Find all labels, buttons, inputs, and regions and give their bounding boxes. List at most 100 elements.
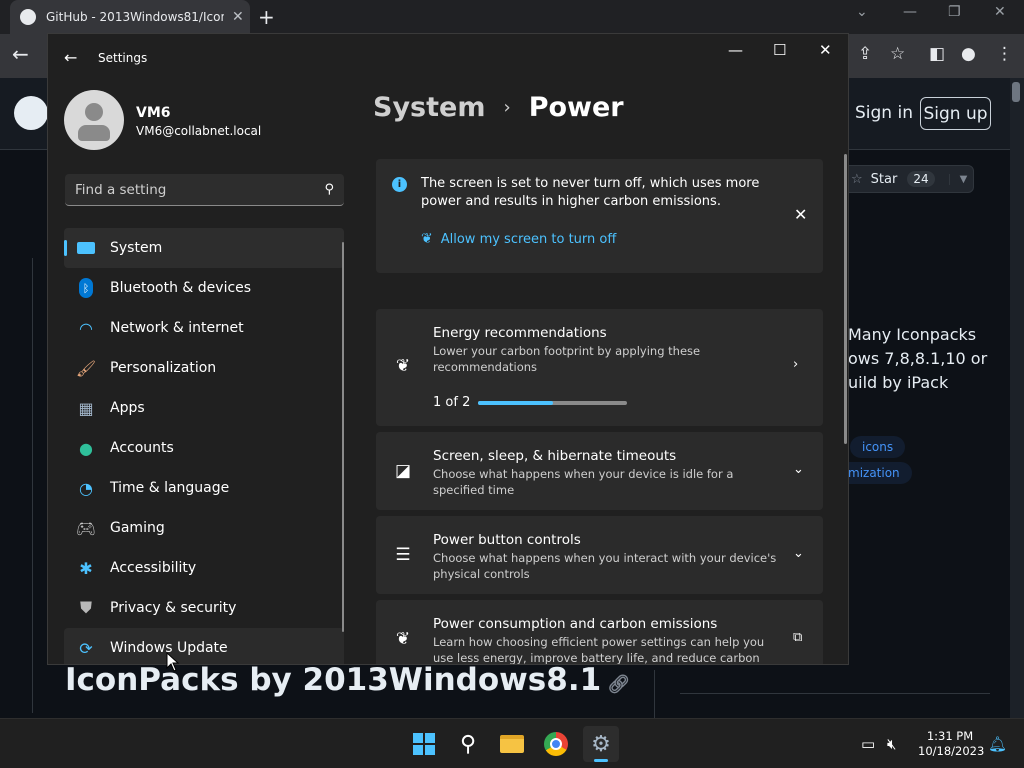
close-icon[interactable]: ✕	[794, 205, 807, 224]
nav-item-accounts[interactable]: ● Accounts	[64, 428, 344, 468]
row-title: Power button controls	[433, 532, 581, 548]
github-favicon-icon	[20, 9, 36, 25]
info-icon: i	[392, 177, 407, 192]
leaf-icon: ❦	[421, 231, 433, 247]
gaming-icon: 🎮︎	[75, 518, 97, 538]
breadcrumb-parent[interactable]: System	[373, 92, 485, 123]
search-icon[interactable]: ⚲	[324, 182, 334, 197]
share-icon[interactable]: ⇪	[858, 44, 872, 64]
about-line: ows 7,8,8.1,10 or	[848, 349, 988, 368]
restore-icon[interactable]: ❐	[948, 4, 961, 20]
maximize-icon[interactable]: ☐	[773, 41, 786, 59]
back-arrow-icon[interactable]: ←	[12, 42, 29, 66]
screen-sleep-icon: ◪	[394, 461, 412, 481]
energy-recommendations-card[interactable]: ❦ Energy recommendations Lower your carb…	[376, 309, 823, 426]
volume-muted-icon[interactable]: 🔇︎	[887, 735, 896, 753]
repo-title-text: IconPacks by 2013Windows8.1	[65, 662, 602, 698]
leaf-icon: ❦	[395, 629, 411, 649]
user-name: VM6	[136, 105, 171, 121]
chevron-right-icon[interactable]: ›	[793, 357, 798, 372]
chevron-down-icon[interactable]: ▼	[948, 173, 967, 185]
link-icon[interactable]: 🔗︎	[607, 674, 630, 695]
minimize-icon[interactable]: —	[728, 41, 743, 59]
accessibility-icon: ✱	[79, 558, 93, 578]
shield-icon: ⛊	[79, 598, 92, 617]
github-logo-icon[interactable]	[14, 96, 48, 130]
chrome-icon[interactable]	[538, 726, 574, 762]
apps-icon: ▦	[78, 398, 94, 418]
chevron-down-icon[interactable]: ⌄	[793, 546, 804, 561]
avatar[interactable]	[64, 90, 124, 150]
minimize-icon[interactable]: —	[903, 4, 917, 20]
profile-icon[interactable]: ●	[961, 44, 976, 64]
user-email: VM6@collabnet.local	[136, 124, 262, 138]
close-window-icon[interactable]: ✕	[994, 4, 1006, 20]
browser-tab[interactable]: GitHub - 2013Windows81/IconPacks ✕	[10, 0, 250, 34]
settings-gear-icon[interactable]: ⚙	[583, 726, 619, 762]
mouse-cursor-icon	[166, 652, 180, 672]
nav-label: Apps	[110, 400, 145, 416]
list-controls-icon: ☰	[395, 545, 411, 565]
close-tab-icon[interactable]: ✕	[232, 9, 244, 25]
sign-up-button[interactable]: Sign up	[920, 97, 991, 130]
nav-label: Personalization	[110, 360, 217, 376]
notification-bell-icon[interactable]: 🔔︎	[988, 735, 1007, 753]
accounts-icon: ●	[79, 438, 93, 458]
power-button-controls-card[interactable]: ☰ Power button controls Choose what happ…	[376, 516, 823, 594]
page-title: Power	[528, 92, 624, 123]
divider	[32, 258, 33, 713]
settings-nav: System ᛒ Bluetooth & devices ◠ Network &…	[64, 228, 344, 664]
new-tab-icon[interactable]: +	[258, 5, 275, 29]
star-count: 24	[907, 171, 935, 187]
nav-label: Bluetooth & devices	[110, 280, 252, 296]
nav-item-personalization[interactable]: 🖌︎ Personalization	[64, 348, 344, 388]
back-arrow-icon[interactable]: ←	[64, 48, 77, 67]
time-language-icon: ◔	[79, 478, 93, 498]
time: 1:31 PM	[926, 729, 974, 743]
row-title: Power consumption and carbon emissions	[433, 616, 718, 632]
nav-item-accessibility[interactable]: ✱ Accessibility	[64, 548, 344, 588]
bookmark-star-icon[interactable]: ☆	[890, 44, 905, 64]
start-icon[interactable]	[406, 726, 442, 762]
network-icon[interactable]: ▭	[861, 735, 875, 753]
chevron-down-icon[interactable]: ⌄	[793, 462, 804, 477]
nav-item-time-language[interactable]: ◔ Time & language	[64, 468, 344, 508]
system-icon	[76, 238, 96, 258]
nav-item-bluetooth[interactable]: ᛒ Bluetooth & devices	[64, 268, 344, 308]
allow-screen-off-link[interactable]: ❦ Allow my screen to turn off	[421, 231, 616, 247]
nav-item-windows-update[interactable]: ⟳ Windows Update	[64, 628, 344, 664]
clock[interactable]: 1:31 PM 10/18/2023	[918, 729, 984, 759]
content-scrollbar[interactable]	[844, 154, 847, 444]
page-scrollbar[interactable]	[1010, 78, 1024, 718]
nav-item-privacy[interactable]: ⛊ Privacy & security	[64, 588, 344, 628]
search-icon[interactable]: ⚲	[450, 726, 486, 762]
star-label: Star	[870, 171, 898, 187]
nav-item-gaming[interactable]: 🎮︎ Gaming	[64, 508, 344, 548]
sleep-timeouts-card[interactable]: ◪ Screen, sleep, & hibernate timeouts Ch…	[376, 432, 823, 510]
nav-item-apps[interactable]: ▦ Apps	[64, 388, 344, 428]
chevron-right-icon: ›	[503, 97, 511, 118]
star-button[interactable]: ☆ Star 24 ▼	[840, 165, 974, 193]
nav-item-system[interactable]: System	[64, 228, 344, 268]
row-description: Lower your carbon footprint by applying …	[433, 344, 701, 374]
search-input[interactable]	[75, 181, 325, 198]
nav-item-network[interactable]: ◠ Network & internet	[64, 308, 344, 348]
scroll-up-arrow[interactable]	[1012, 82, 1020, 102]
search-box[interactable]: ⚲	[65, 174, 344, 206]
close-icon[interactable]: ✕	[819, 41, 832, 59]
wifi-icon: ◠	[79, 318, 93, 338]
menu-kebab-icon[interactable]: ⋮	[996, 44, 1013, 64]
side-panel-icon[interactable]: ◧	[929, 44, 945, 64]
sign-in-link[interactable]: Sign in	[855, 103, 913, 123]
nav-scrollbar[interactable]	[342, 242, 344, 632]
open-external-icon[interactable]: ⧉	[793, 630, 802, 645]
about-line: Many Iconpacks	[848, 325, 977, 344]
power-consumption-card[interactable]: ❦ Power consumption and carbon emissions…	[376, 600, 823, 664]
brush-icon: 🖌︎	[75, 358, 97, 378]
nav-label: Privacy & security	[110, 600, 237, 616]
file-explorer-icon[interactable]	[494, 726, 530, 762]
tab-search-icon[interactable]: ⌄	[856, 4, 868, 20]
progress-fill	[478, 401, 553, 405]
topic-tag[interactable]: icons	[850, 436, 906, 458]
bluetooth-icon: ᛒ	[76, 278, 96, 298]
